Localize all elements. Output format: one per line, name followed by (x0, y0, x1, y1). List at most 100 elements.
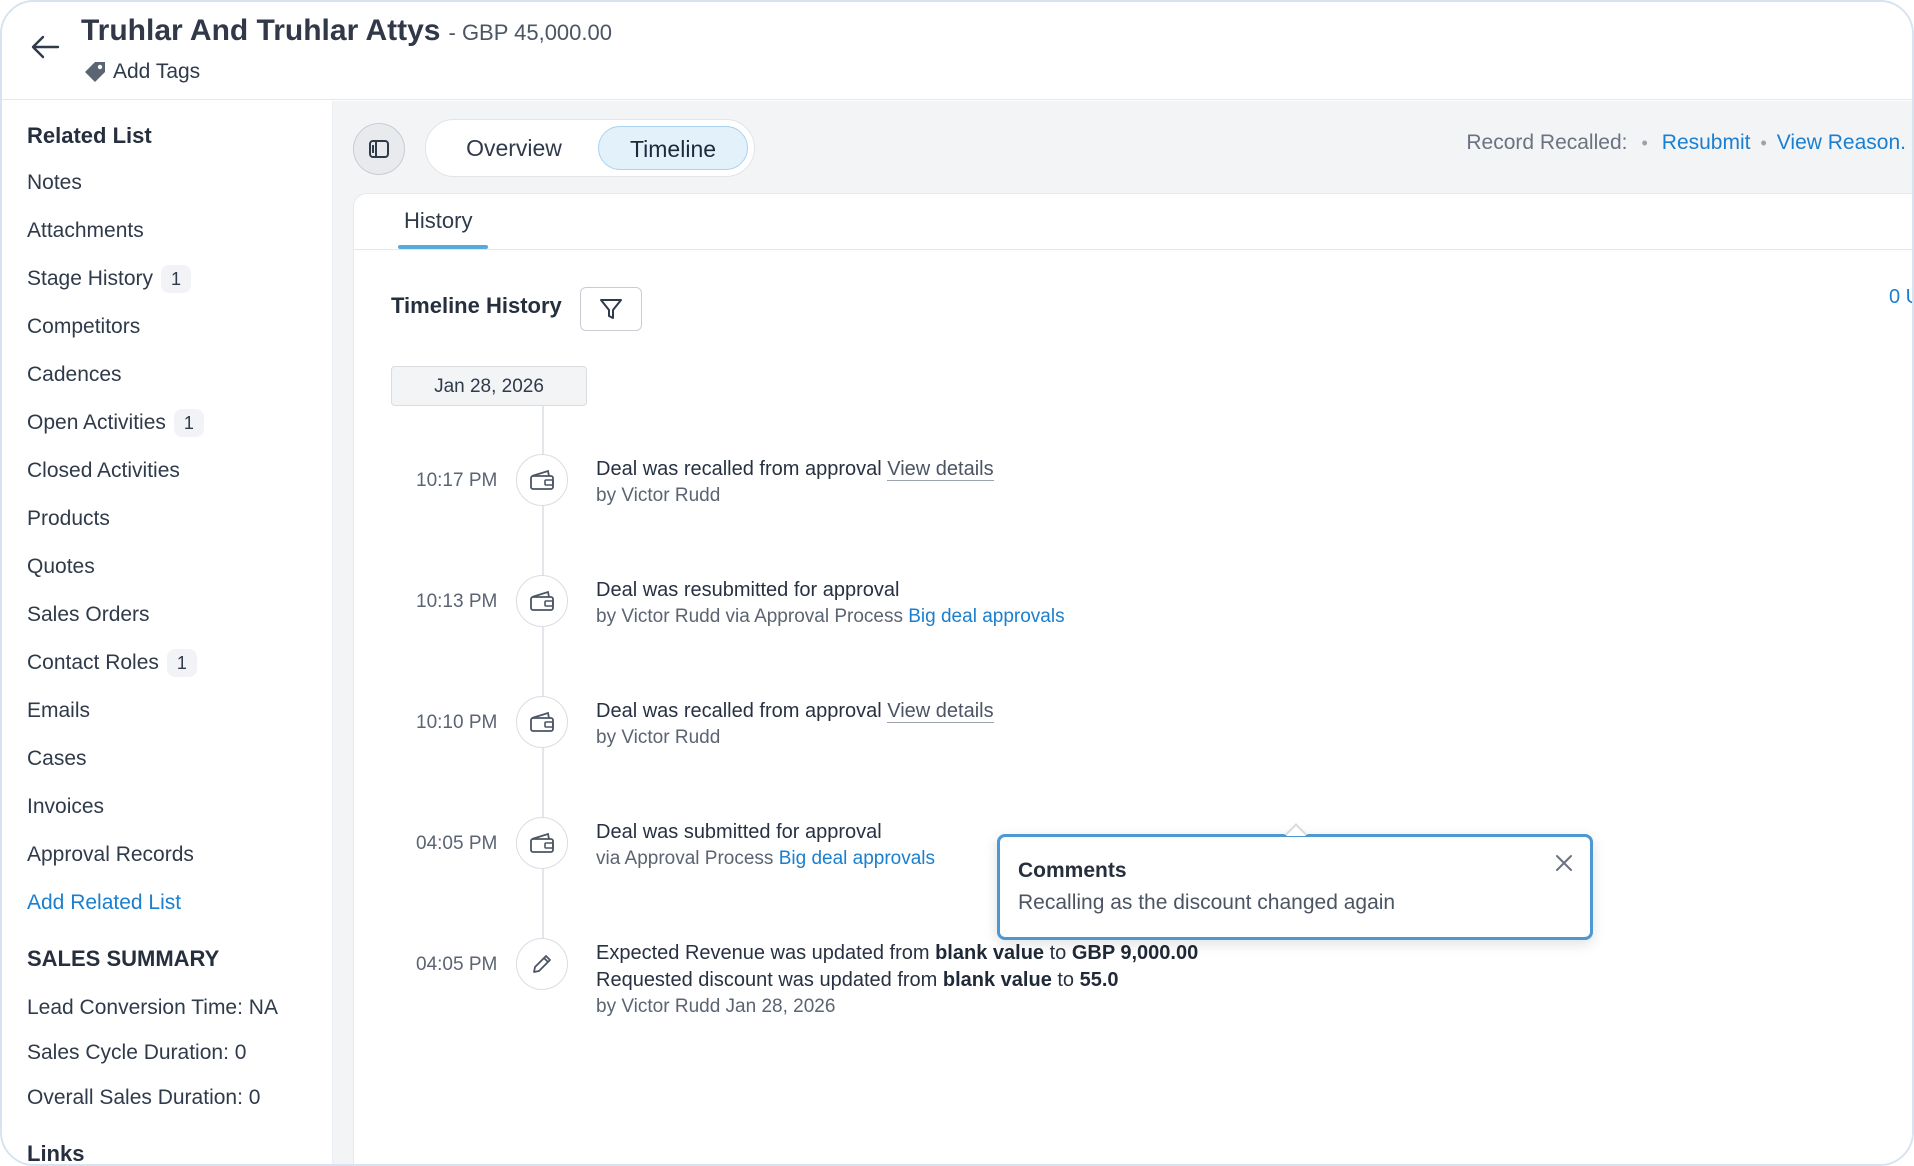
approval-icon (516, 696, 568, 748)
sidebar-item-emails[interactable]: Emails (27, 699, 90, 723)
timeline-history-title: Timeline History (391, 293, 562, 318)
event-author: by Victor Rudd (596, 485, 721, 506)
view-details-link[interactable]: View details (887, 458, 994, 481)
sidebar-item-label: Approval Records (27, 843, 194, 866)
count-badge: 1 (166, 649, 197, 677)
event-text: Deal was recalled from approval (596, 458, 888, 480)
event-time: 10:10 PM (416, 712, 498, 733)
new-value: GBP 9,000.00 (1071, 942, 1199, 964)
popup-title: Comments (1018, 859, 1127, 882)
panel-tabs: History (354, 194, 1912, 250)
event-time: 04:05 PM (416, 833, 498, 854)
sidebar-item-stage-history[interactable]: Stage History 1 (27, 265, 192, 293)
sidebar-item-label: Stage History (27, 267, 154, 290)
sidebar-item-closed-activities[interactable]: Closed Activities (27, 459, 180, 483)
event-description: Requested discount was updated from blan… (596, 969, 1119, 992)
count-badge: 1 (173, 409, 204, 437)
event-author-text: via Approval Process (596, 848, 779, 869)
event-author-text: by Victor Rudd via Approval Process (596, 606, 909, 627)
upcoming-link[interactable]: 0 Upc (1889, 286, 1912, 309)
sidebar-item-label: Emails (27, 699, 91, 722)
sidebar-item-label: Invoices (27, 795, 105, 818)
sidebar-item-approval-records[interactable]: Approval Records (27, 843, 194, 867)
add-related-list-link[interactable]: Add Related List (27, 891, 181, 915)
event-text: Expected Revenue was updated from (596, 942, 936, 964)
resubmit-link[interactable]: Resubmit (1662, 131, 1751, 155)
event-description: Deal was recalled from approval View det… (596, 458, 994, 481)
sales-cycle-duration: Sales Cycle Duration: 0 (27, 1041, 247, 1064)
popup-arrow-fill (1286, 826, 1306, 836)
sidebar-item-label: Contact Roles (27, 651, 159, 674)
event-author: by Victor Rudd via Approval Process Big … (596, 606, 1065, 628)
separator-dot: • (1641, 132, 1648, 153)
active-tab-indicator (398, 245, 488, 249)
separator-dot: • (1760, 132, 1767, 153)
sidebar-item-invoices[interactable]: Invoices (27, 795, 104, 819)
sidebar-item-label: Closed Activities (27, 459, 180, 482)
sidebar-item-quotes[interactable]: Quotes (27, 555, 95, 579)
sidebar-item-sales-orders[interactable]: Sales Orders (27, 603, 150, 627)
old-value: blank value (935, 942, 1045, 964)
sidebar-item-label: Sales Orders (27, 603, 150, 626)
event-description: Deal was resubmitted for approval (596, 579, 900, 601)
filter-button[interactable] (580, 287, 642, 331)
event-text: to (1051, 969, 1080, 991)
approval-process-link[interactable]: Big deal approvals (908, 606, 1064, 627)
add-tags-button[interactable]: Add Tags (81, 58, 200, 86)
view-reason-link[interactable]: View Reason. (1777, 131, 1906, 155)
approval-icon (516, 454, 568, 506)
sidebar-item-attachments[interactable]: Attachments (27, 219, 144, 243)
new-value: 55.0 (1079, 969, 1119, 991)
sidebar-toggle-icon (369, 140, 389, 158)
event-description: Expected Revenue was updated from blank … (596, 942, 1198, 965)
old-value: blank value (942, 969, 1052, 991)
title-group: Truhlar And Truhlar Attys - GBP 45,000.0… (81, 14, 612, 48)
sales-summary-heading: SALES SUMMARY (27, 946, 220, 971)
record-amount: - GBP 45,000.00 (448, 20, 613, 45)
overall-sales-duration: Overall Sales Duration: 0 (27, 1086, 261, 1109)
approval-icon (516, 817, 568, 869)
event-text: to (1044, 942, 1072, 964)
event-description: Deal was recalled from approval View det… (596, 700, 994, 723)
tab-overview[interactable]: Overview (434, 126, 594, 170)
tab-history[interactable]: History (404, 208, 472, 234)
tab-timeline[interactable]: Timeline (598, 126, 748, 170)
count-badge: 1 (161, 265, 192, 293)
sidebar-item-cases[interactable]: Cases (27, 747, 87, 771)
record-recalled-label: Record Recalled: (1466, 131, 1628, 154)
toggle-sidebar-button[interactable] (353, 123, 405, 175)
approval-process-link[interactable]: Big deal approvals (779, 848, 935, 869)
back-arrow-icon[interactable] (28, 30, 62, 64)
sidebar-item-label: Competitors (27, 315, 141, 338)
sidebar-item-cadences[interactable]: Cadences (27, 363, 122, 387)
popup-comment-text: Recalling as the discount changed again (1018, 891, 1396, 914)
sidebar-item-products[interactable]: Products (27, 507, 110, 531)
date-chip: Jan 28, 2026 (391, 366, 587, 406)
event-text: Deal was recalled from approval (596, 700, 888, 722)
app-window: Truhlar And Truhlar Attys - GBP 45,000.0… (0, 0, 1914, 1166)
event-author: by Victor Rudd Jan 28, 2026 (596, 996, 836, 1017)
sidebar-item-label: Attachments (27, 219, 144, 242)
close-icon[interactable] (1552, 851, 1576, 875)
filter-icon (600, 299, 622, 319)
lead-conversion-time: Lead Conversion Time: NA (27, 996, 278, 1019)
sidebar-item-label: Products (27, 507, 110, 530)
record-header: Truhlar And Truhlar Attys - GBP 45,000.0… (2, 2, 1912, 100)
sidebar-item-notes[interactable]: Notes (27, 171, 82, 195)
tag-icon (85, 62, 105, 82)
event-author: via Approval Process Big deal approvals (596, 848, 935, 870)
sidebar-item-competitors[interactable]: Competitors (27, 315, 140, 339)
timeline-panel: History Timeline History 0 Upc Jan 28, 2… (353, 193, 1912, 1164)
record-recalled-bar: Record Recalled: • Resubmit • View Reaso… (1466, 131, 1906, 155)
sidebar-item-contact-roles[interactable]: Contact Roles 1 (27, 649, 197, 677)
sidebar-item-open-activities[interactable]: Open Activities 1 (27, 409, 204, 437)
record-title: Truhlar And Truhlar Attys (81, 14, 441, 47)
pencil-icon (516, 938, 568, 990)
related-list-heading: Related List (27, 123, 152, 148)
sidebar-item-label: Cases (27, 747, 87, 770)
event-time: 04:05 PM (416, 954, 498, 975)
view-details-link[interactable]: View details (887, 700, 994, 723)
event-time: 10:17 PM (416, 470, 498, 491)
view-tabs: Overview Timeline (425, 119, 755, 177)
approval-icon (516, 575, 568, 627)
